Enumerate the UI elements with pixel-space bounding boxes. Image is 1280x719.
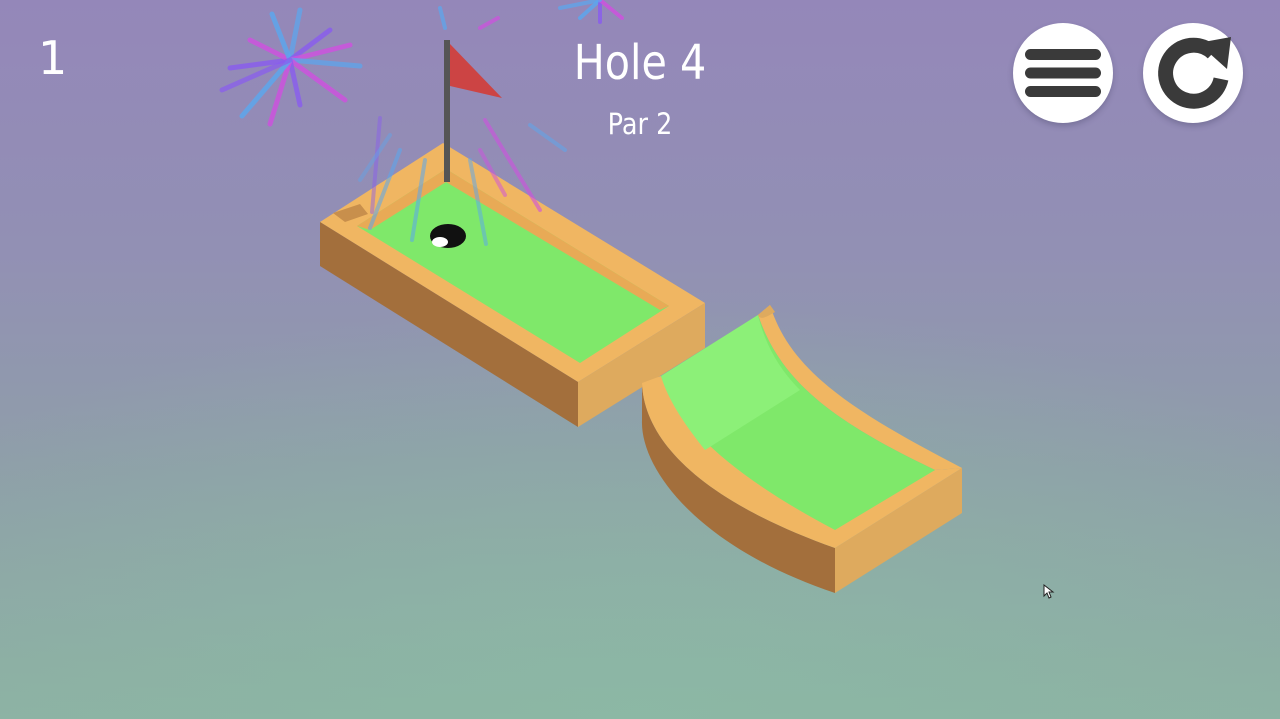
restart-arrow-icon [1158, 37, 1231, 109]
stroke-counter: 1 [38, 31, 68, 85]
hole-title: Hole 4 [573, 35, 707, 91]
restart-button[interactable] [1143, 23, 1243, 123]
golf-ball [432, 237, 448, 247]
flag-pole [444, 40, 450, 182]
fireworks-burst-left [219, 7, 363, 127]
menu-button[interactable] [1013, 23, 1113, 123]
mouse-cursor-icon [1043, 584, 1055, 599]
hamburger-menu-icon [1025, 49, 1101, 97]
fireworks-burst-top [438, 0, 624, 30]
golf-hole [430, 224, 466, 248]
par-label: Par 2 [607, 107, 673, 141]
